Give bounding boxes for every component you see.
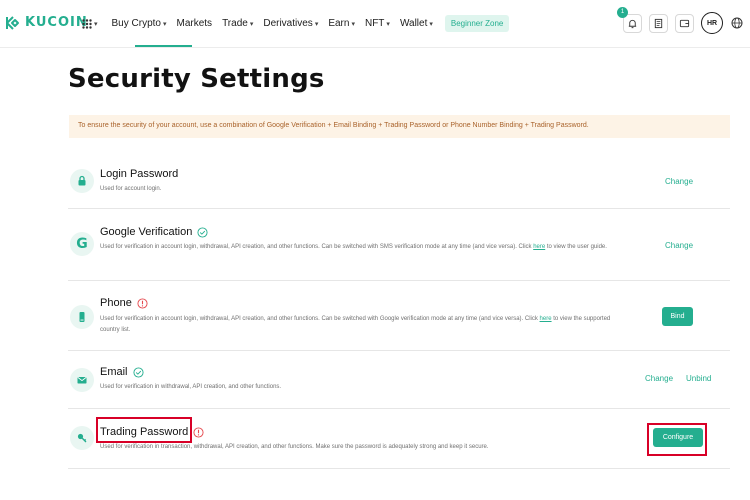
wallet-button[interactable] — [675, 13, 694, 33]
bell-icon — [628, 19, 637, 28]
change-google-verification-link[interactable]: Change — [665, 241, 693, 250]
notice-text: To ensure the security of your account, … — [78, 122, 589, 129]
phone-icon — [70, 305, 94, 329]
setting-title: Phone — [100, 297, 148, 309]
notification-count-badge: 1 — [617, 6, 628, 18]
email-icon — [70, 368, 94, 392]
setting-description: Used for verification in transaction, wi… — [100, 442, 630, 453]
setting-row-google-verification: G Google Verification Used for verificat… — [68, 209, 730, 281]
kucoin-logo-icon — [6, 15, 19, 30]
verified-check-icon — [197, 226, 208, 238]
chevron-down-icon: ▾ — [351, 20, 355, 28]
nav-item-derivatives[interactable]: Derivatives ▾ — [263, 18, 318, 29]
setting-description-text: Used for verification in account login, … — [100, 316, 540, 322]
setting-description: Used for verification in account login, … — [100, 314, 630, 336]
country-list-link[interactable]: here — [540, 316, 552, 322]
document-icon — [654, 18, 663, 28]
setting-description-text-end: to view the user guide. — [545, 244, 607, 250]
nav-item-label: Markets — [176, 18, 213, 29]
chevron-down-icon: ▾ — [162, 20, 167, 28]
highlight-box-trading-password-title — [96, 417, 192, 443]
setting-title: Login Password — [100, 168, 178, 180]
nav-item-label: Buy Crypto — [111, 18, 161, 29]
warning-icon — [193, 426, 204, 438]
setting-title: Email — [100, 366, 144, 378]
user-avatar[interactable]: HR — [701, 12, 723, 34]
notifications-button[interactable]: 1 — [617, 6, 642, 33]
nav-item-label: NFT — [364, 18, 385, 29]
user-guide-link[interactable]: here — [533, 244, 545, 250]
language-button[interactable] — [730, 16, 744, 30]
setting-row-email: Email Used for verification in withdrawa… — [68, 351, 730, 409]
setting-description-text: Used for verification in transaction, wi… — [100, 444, 489, 450]
nav-item-label: Trade — [222, 18, 248, 29]
chevron-down-icon: ▾ — [386, 20, 390, 28]
setting-description: Used for verification in account login, … — [100, 242, 630, 253]
nav-item-trade[interactable]: Trade ▾ — [222, 18, 253, 29]
setting-description: Used for verification in withdrawal, API… — [100, 382, 630, 393]
change-login-password-link[interactable]: Change — [665, 177, 693, 186]
nav-item-label: Wallet — [399, 18, 428, 29]
google-icon: G — [70, 232, 94, 256]
setting-title-text: Phone — [100, 297, 132, 309]
active-nav-underline — [135, 45, 192, 47]
nav-item-label: Derivatives — [263, 18, 313, 29]
unbind-email-link[interactable]: Unbind — [686, 374, 711, 383]
setting-title: Google Verification — [100, 226, 208, 238]
nav-item-wallet[interactable]: Wallet ▾ — [400, 18, 433, 29]
chevron-down-icon: ▾ — [429, 20, 433, 28]
nav-item-markets[interactable]: Markets — [177, 18, 213, 29]
nav-item-earn[interactable]: Earn ▾ — [328, 18, 355, 29]
nav-item-label: Earn — [328, 18, 350, 29]
kucoin-logo[interactable]: KUCOIN — [6, 15, 88, 30]
orders-button[interactable] — [649, 13, 668, 33]
verified-check-icon — [132, 366, 144, 378]
setting-description-text: Used for verification in account login, … — [100, 244, 534, 250]
key-icon — [70, 426, 94, 450]
chevron-down-icon: ▾ — [314, 20, 319, 28]
setting-title-text: Login Password — [100, 168, 179, 180]
lock-icon — [70, 169, 94, 193]
setting-row-phone: Phone Used for verification in account l… — [68, 281, 730, 351]
change-email-link[interactable]: Change — [645, 374, 673, 383]
header-actions: 1 HR — [617, 6, 744, 34]
top-navigation-bar: KUCOIN ▾ Buy Crypto ▾ Markets Trade ▾ Deri… — [0, 0, 750, 48]
grid-icon — [82, 18, 92, 29]
apps-grid-menu[interactable]: ▾ — [82, 18, 98, 29]
chevron-down-icon: ▾ — [94, 20, 98, 28]
setting-row-login-password: Login Password Used for account login. C… — [68, 153, 730, 209]
setting-description-text: Used for verification in withdrawal, API… — [100, 384, 282, 390]
wallet-icon — [679, 19, 690, 27]
page-title: Security Settings — [68, 64, 325, 94]
security-notice-banner: To ensure the security of your account, … — [69, 115, 730, 138]
setting-title-text: Email — [100, 366, 128, 378]
main-nav: ▾ Buy Crypto ▾ Markets Trade ▾ Derivatives… — [82, 15, 510, 32]
globe-icon — [731, 17, 743, 29]
beginner-zone-button[interactable]: Beginner Zone — [444, 15, 510, 32]
nav-item-buy-crypto[interactable]: Buy Crypto ▾ — [112, 18, 167, 29]
brand-name: KUCOIN — [25, 15, 88, 30]
bind-phone-button[interactable]: Bind — [662, 307, 693, 326]
warning-icon — [137, 297, 148, 309]
setting-description: Used for account login. — [100, 184, 630, 195]
chevron-down-icon: ▾ — [249, 20, 254, 28]
setting-title-text: Google Verification — [100, 226, 193, 238]
setting-description-text: Used for account login. — [100, 186, 162, 192]
highlight-box-configure-button — [647, 423, 707, 456]
nav-item-nft[interactable]: NFT ▾ — [365, 18, 390, 29]
